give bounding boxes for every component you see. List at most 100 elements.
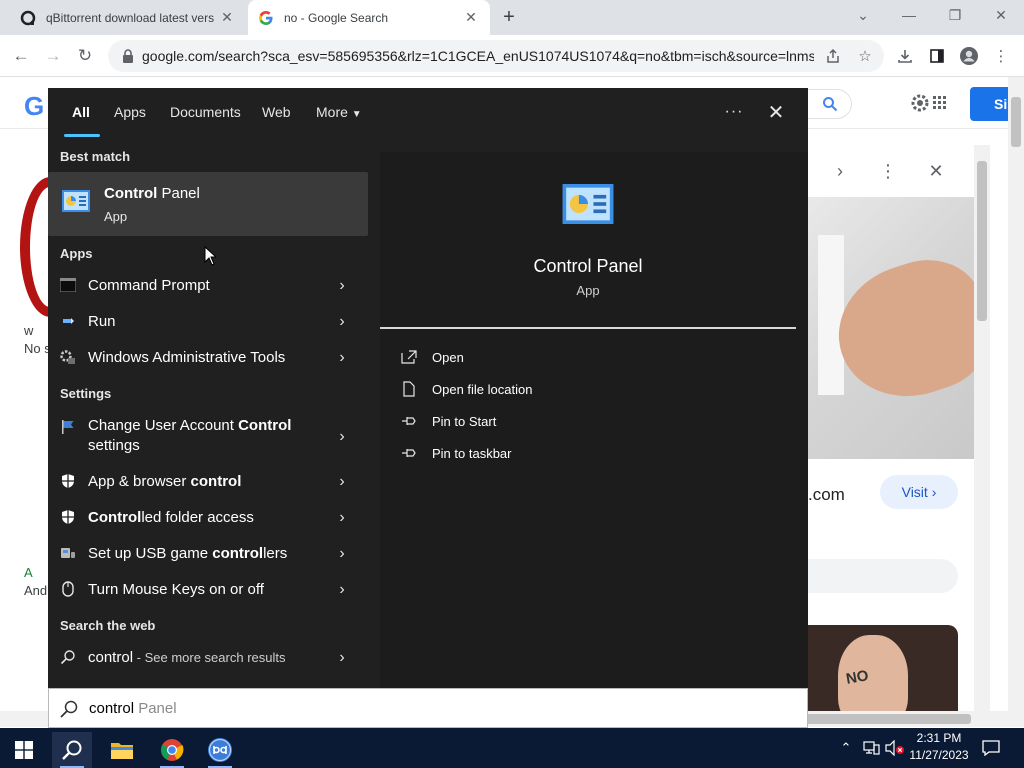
profile-avatar-icon[interactable] xyxy=(956,43,982,69)
chevron-right-icon[interactable]: › xyxy=(334,277,350,295)
side-panel-icon[interactable] xyxy=(924,43,950,69)
chevron-right-icon[interactable]: › xyxy=(334,581,350,599)
scrollbar-thumb[interactable] xyxy=(977,161,987,321)
network-icon[interactable] xyxy=(860,736,882,760)
panel-scrollbar[interactable] xyxy=(974,145,990,715)
search-query-text[interactable]: control Panel xyxy=(89,700,177,717)
window-close-icon[interactable]: ✕ xyxy=(978,0,1024,30)
result-change-uac-settings[interactable]: Change User Account Control settings › xyxy=(48,416,368,458)
chevron-right-icon[interactable]: › xyxy=(334,428,350,446)
chevron-right-icon[interactable]: › xyxy=(334,545,350,563)
preview-title: Control Panel xyxy=(533,256,643,276)
address-bar[interactable]: google.com/search?sca_esv=585695356&rlz=… xyxy=(108,40,884,72)
scrollbar-thumb[interactable] xyxy=(806,714,971,724)
file-explorer-icon[interactable] xyxy=(102,732,142,768)
tab-google-search[interactable]: no - Google Search ✕ xyxy=(248,0,490,35)
chevron-right-icon[interactable]: › xyxy=(334,349,350,367)
result-web-search[interactable]: control - See more search results › xyxy=(48,640,368,676)
kebab-menu-icon[interactable]: ⋮ xyxy=(988,43,1014,69)
more-options-icon[interactable]: ··· xyxy=(722,100,746,124)
result-label: control - See more search results xyxy=(88,649,285,666)
url-text[interactable]: google.com/search?sca_esv=585695356&rlz=… xyxy=(142,48,814,64)
result-windows-admin-tools[interactable]: Windows Administrative Tools › xyxy=(48,340,368,376)
settings-gear-icon[interactable] xyxy=(908,91,948,115)
tab-apps[interactable]: Apps xyxy=(114,104,146,120)
search-icon xyxy=(60,700,78,718)
more-vert-icon[interactable]: ⋮ xyxy=(874,157,902,185)
best-match-type: App xyxy=(104,209,128,224)
reload-icon[interactable]: ↻ xyxy=(72,43,98,69)
google-logo[interactable]: G xyxy=(24,91,44,122)
result-usb-game-controllers[interactable]: Set up USB game controllers › xyxy=(48,536,368,572)
related-search-bar[interactable] xyxy=(808,559,958,593)
action-label: Open file location xyxy=(432,382,533,397)
label-pre: Turn Mouse Keys on or off xyxy=(88,581,264,598)
preview-image[interactable] xyxy=(808,197,974,459)
pin-icon xyxy=(400,444,418,462)
source-domain[interactable]: .com xyxy=(808,485,845,505)
file-location-icon xyxy=(400,380,418,398)
best-match-control-panel[interactable]: Control Panel App xyxy=(48,172,368,236)
taskbar-clock[interactable]: 2:31 PM 11/27/2023 xyxy=(906,730,972,764)
action-open[interactable]: Open xyxy=(400,346,700,370)
google-search-button[interactable] xyxy=(808,89,852,119)
result-app-browser-control[interactable]: App & browser control › xyxy=(48,464,368,500)
tab-documents[interactable]: Documents xyxy=(170,104,241,120)
notification-icon[interactable] xyxy=(980,736,1002,760)
action-pin-to-start[interactable]: Pin to Start xyxy=(400,410,700,434)
close-icon[interactable]: ✕ xyxy=(218,9,236,27)
clock-time: 2:31 PM xyxy=(916,731,962,745)
chevron-right-icon[interactable]: › xyxy=(826,157,854,185)
result-mouse-keys[interactable]: Turn Mouse Keys on or off › xyxy=(48,572,368,608)
tab-all[interactable]: All xyxy=(72,104,90,120)
tab-more[interactable]: More ▼ xyxy=(316,104,362,120)
preview-type: App xyxy=(576,283,600,298)
windows-start-icon[interactable] xyxy=(4,732,44,768)
chevron-right-icon[interactable]: › xyxy=(334,313,350,331)
chrome-icon[interactable] xyxy=(152,732,192,768)
result-controlled-folder-access[interactable]: Controlled folder access › xyxy=(48,500,368,536)
taskbar-search-icon[interactable] xyxy=(52,732,92,768)
volume-muted-icon[interactable] xyxy=(884,736,906,760)
action-open-file-location[interactable]: Open file location xyxy=(400,378,700,402)
section-best-match: Best match xyxy=(60,149,131,164)
result-command-prompt[interactable]: Command Prompt › xyxy=(48,268,368,304)
tab-web[interactable]: Web xyxy=(262,104,291,120)
active-tab-indicator xyxy=(64,134,100,137)
result-run[interactable]: Run › xyxy=(48,304,368,340)
download-icon[interactable] xyxy=(892,43,918,69)
lock-icon[interactable] xyxy=(120,48,136,64)
chevron-right-icon[interactable]: › xyxy=(334,649,350,667)
chevron-right-icon[interactable]: › xyxy=(334,509,350,527)
close-icon[interactable]: ✕ xyxy=(462,9,480,27)
best-match-title: Control Panel xyxy=(104,185,200,202)
tab-qbittorrent[interactable]: qBittorrent download latest vers ✕ xyxy=(10,0,246,35)
minimize-icon[interactable]: — xyxy=(886,0,932,30)
result-label: Command Prompt xyxy=(88,277,210,294)
tab-search-chevron-down-icon[interactable]: ⌄ xyxy=(840,0,886,30)
restore-icon[interactable]: ❐ xyxy=(932,0,978,30)
new-tab-plus-icon[interactable]: + xyxy=(498,6,520,28)
qbittorrent-icon[interactable] xyxy=(200,732,240,768)
best-match-rest: Panel xyxy=(157,185,200,202)
close-icon[interactable]: ✕ xyxy=(922,157,950,185)
bookmark-star-icon[interactable]: ☆ xyxy=(852,43,878,69)
share-icon[interactable] xyxy=(820,43,846,69)
image-preview-header: › ⋮ ✕ xyxy=(808,145,974,197)
label-post: lers xyxy=(263,545,288,562)
page-scrollbar[interactable] xyxy=(1008,77,1024,727)
start-search-box[interactable]: control Panel xyxy=(48,688,808,728)
game-controller-icon xyxy=(59,544,77,562)
back-arrow-icon[interactable]: ← xyxy=(8,43,34,69)
chevron-right-icon[interactable]: › xyxy=(334,473,350,491)
action-pin-to-taskbar[interactable]: Pin to taskbar xyxy=(400,442,700,466)
close-icon[interactable]: ✕ xyxy=(764,100,788,124)
qbittorrent-favicon-icon xyxy=(20,10,36,26)
web-query: control xyxy=(88,649,134,666)
uac-flag-icon xyxy=(59,418,77,436)
scrollbar-thumb[interactable] xyxy=(1011,97,1021,147)
forward-arrow-icon[interactable]: → xyxy=(40,43,66,69)
show-hidden-icons-chevron-up-icon[interactable]: ⌃ xyxy=(838,736,854,760)
visit-button[interactable]: Visit › xyxy=(880,475,958,509)
control-panel-icon xyxy=(62,190,90,212)
